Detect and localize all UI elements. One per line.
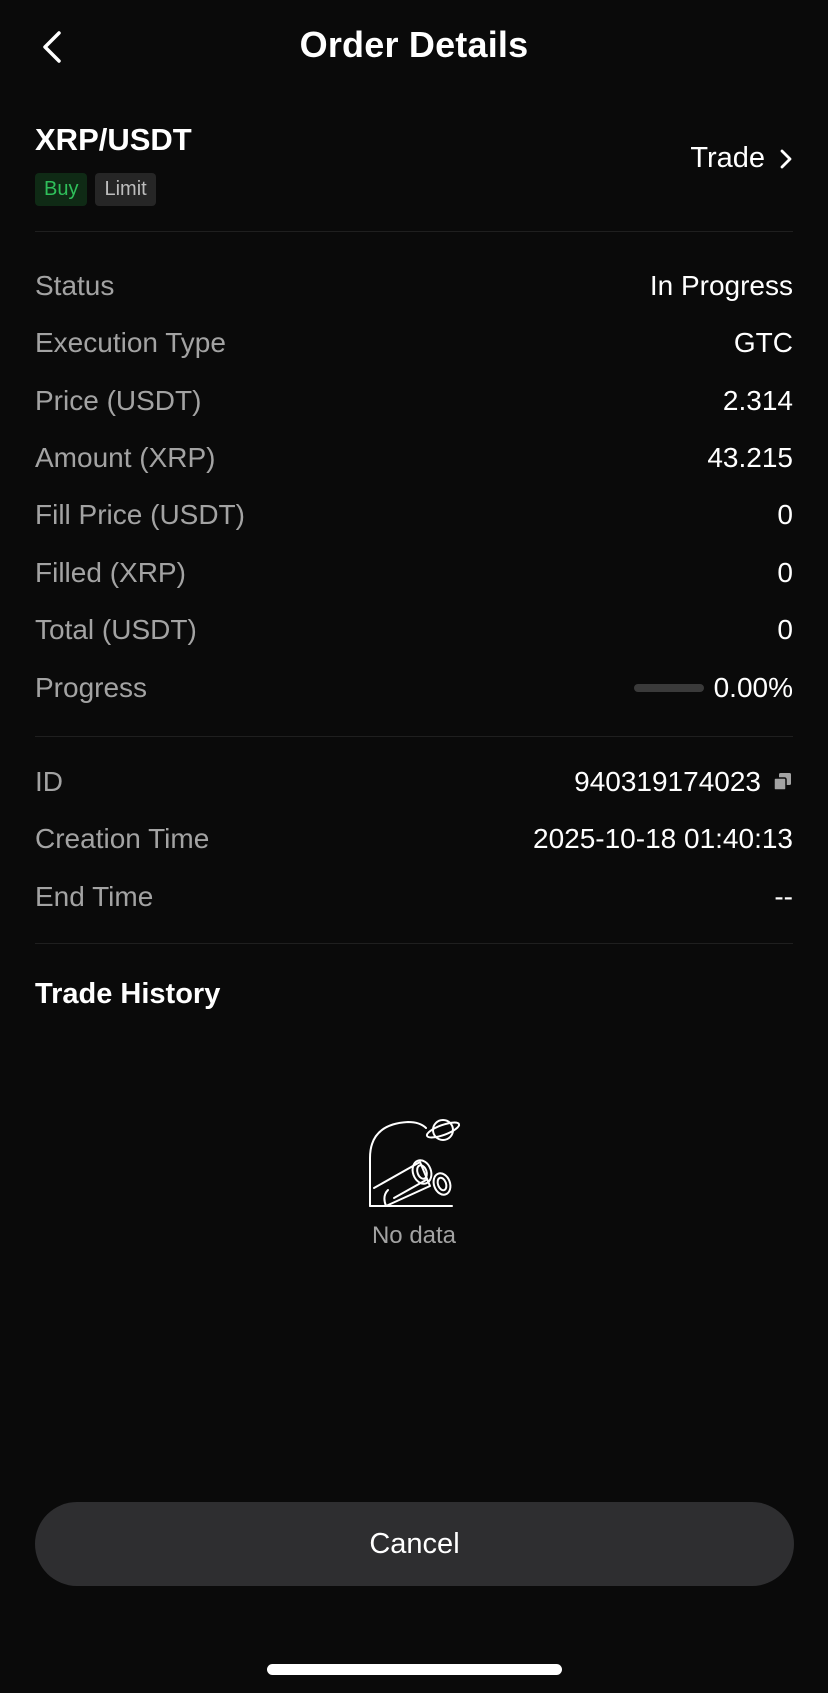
progress-row: Progress 0.00%	[35, 668, 793, 708]
execution-type-value: GTC	[733, 327, 793, 358]
amount-row: Amount (XRP) 43.215	[35, 438, 793, 478]
order-id-value: 940319174023	[574, 766, 761, 797]
limit-tag: Limit	[95, 173, 156, 206]
creation-time-row: Creation Time 2025-10-18 01:40:13	[35, 819, 793, 859]
filled-label: Filled (XRP)	[35, 557, 186, 588]
end-time-label: End Time	[35, 881, 154, 912]
trade-link-label: Trade	[690, 142, 765, 174]
cancel-button[interactable]: Cancel	[35, 1502, 794, 1586]
end-time-row: End Time --	[35, 877, 793, 917]
order-id-label: ID	[35, 766, 63, 797]
filled-row: Filled (XRP) 0	[35, 553, 793, 593]
status-value: In Progress	[649, 270, 793, 301]
price-label: Price (USDT)	[35, 385, 202, 416]
execution-type-label: Execution Type	[35, 327, 226, 358]
amount-value: 43.215	[707, 442, 793, 473]
binoculars-planet-icon	[369, 1119, 461, 1207]
progress-value: 0.00%	[713, 672, 793, 703]
creation-time-value: 2025-10-18 01:40:13	[533, 823, 793, 854]
pair-name: XRP/USDT	[35, 122, 192, 157]
progress-label: Progress	[35, 672, 148, 703]
pair-section: XRP/USDT Buy Limit Trade	[35, 120, 793, 232]
price-value: 2.314	[722, 385, 793, 416]
status-row: Status In Progress	[35, 266, 793, 306]
total-label: Total (USDT)	[35, 614, 197, 645]
amount-label: Amount (XRP)	[35, 442, 216, 473]
execution-type-row: Execution Type GTC	[35, 323, 793, 363]
header: Order Details	[0, 0, 828, 100]
divider	[35, 943, 793, 944]
fill-price-row: Fill Price (USDT) 0	[35, 495, 793, 535]
fill-price-value: 0	[777, 499, 793, 530]
order-id-row: ID 940319174023	[35, 762, 793, 802]
no-data-text: No data	[371, 1222, 457, 1249]
divider	[35, 736, 793, 737]
creation-time-label: Creation Time	[35, 823, 210, 854]
price-row: Price (USDT) 2.314	[35, 381, 793, 421]
chevron-right-icon	[779, 148, 793, 170]
status-label: Status	[35, 270, 115, 301]
total-row: Total (USDT) 0	[35, 610, 793, 650]
order-tags: Buy Limit	[35, 173, 156, 206]
total-value: 0	[777, 614, 793, 645]
order-id-value-group: 940319174023	[574, 766, 793, 798]
empty-state: No data	[0, 1110, 828, 1250]
trade-link[interactable]: Trade	[690, 142, 793, 175]
progress-bar	[633, 684, 704, 692]
fill-price-label: Fill Price (USDT)	[35, 499, 245, 530]
divider	[35, 231, 793, 232]
page-title: Order Details	[299, 24, 529, 65]
buy-tag: Buy	[35, 173, 88, 206]
filled-value: 0	[777, 557, 793, 588]
end-time-value: --	[774, 881, 793, 912]
copy-icon[interactable]	[773, 772, 793, 792]
progress-value-group: 0.00%	[633, 672, 793, 704]
trade-history-title: Trade History	[35, 978, 221, 1010]
home-indicator	[267, 1664, 562, 1675]
